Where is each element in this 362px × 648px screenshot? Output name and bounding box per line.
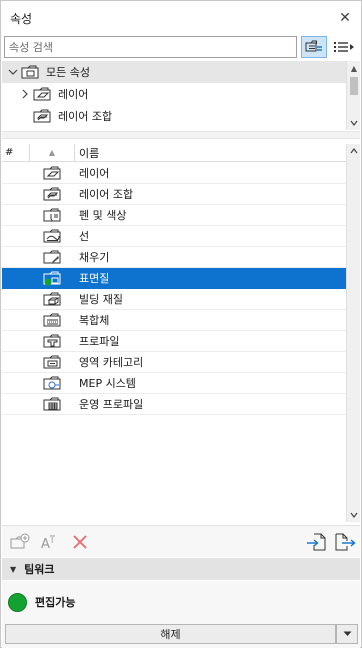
status-indicator-icon	[8, 592, 27, 612]
column-header-number[interactable]: #	[2, 143, 30, 162]
fill-folder-icon	[30, 247, 75, 268]
tree-item-label: 레이어 조합	[58, 110, 113, 123]
operation-profile-folder-icon	[30, 394, 75, 415]
close-icon[interactable]: ✕	[337, 11, 353, 25]
collapse-triangle-icon[interactable]: ▼	[10, 565, 16, 574]
attribute-table: # ▲ 이름 레이어 레이어 조합 펜 및 색상 선 채우기 표면질 빌딩 재질…	[2, 143, 360, 522]
profile-folder-icon	[30, 331, 75, 352]
row-name: 채우기	[79, 251, 110, 264]
tree-view-button[interactable]	[301, 36, 327, 58]
table-row[interactable]: 레이어 조합	[2, 184, 346, 205]
row-name: 운영 프로파일	[79, 398, 144, 411]
list-view-button[interactable]	[331, 36, 357, 58]
table-row[interactable]: 프로파일	[2, 331, 346, 352]
table-header: # ▲ 이름	[2, 143, 346, 162]
composite-folder-icon	[30, 310, 75, 331]
teamwork-button-row: 해제	[2, 623, 360, 648]
folder-layer-icon	[32, 85, 54, 103]
attribute-tree: 모든 속성 레이어 레이어 조합 ▲	[2, 61, 360, 130]
scroll-down-icon[interactable]	[347, 116, 361, 130]
table-row[interactable]: 복합체	[2, 310, 346, 331]
table-row[interactable]: MEP 시스템	[2, 373, 346, 394]
release-button[interactable]: 해제	[5, 624, 336, 644]
attribute-toolbar: A I	[2, 525, 360, 557]
row-name: 프로파일	[79, 335, 120, 348]
folder-all-icon	[20, 63, 42, 81]
rename-icon: A I	[41, 535, 55, 551]
chevron-down-icon[interactable]	[6, 65, 20, 79]
table-row[interactable]: 영역 카테고리	[2, 352, 346, 373]
svg-text:I: I	[51, 536, 53, 545]
import-button[interactable]	[304, 530, 328, 554]
folder-layer-combo-icon	[32, 107, 54, 125]
tree-item-layers[interactable]: 레이어	[2, 83, 346, 105]
table-row[interactable]: 빌딩 재질	[2, 289, 346, 310]
table-row[interactable]: 채우기	[2, 247, 346, 268]
list-view-icon	[334, 42, 354, 52]
teamwork-header[interactable]: ▼ 팀워크	[2, 558, 360, 580]
line-folder-icon	[30, 226, 75, 247]
teamwork-title: 팀워크	[24, 563, 55, 576]
scroll-up-icon[interactable]: ▲	[347, 61, 361, 75]
zone-category-folder-icon	[30, 352, 75, 373]
teamwork-status: 편집가능	[2, 581, 360, 623]
surface-folder-icon	[30, 268, 75, 289]
scroll-down-icon[interactable]	[347, 508, 361, 522]
table-scrollbar[interactable]	[346, 144, 360, 522]
title-bar: 속성 ✕	[1, 1, 361, 35]
scroll-thumb[interactable]	[350, 77, 358, 95]
row-name: 펜 및 색상	[79, 209, 127, 222]
status-label: 편집가능	[35, 596, 76, 609]
table-row[interactable]: 선	[2, 226, 346, 247]
tree-view-icon	[305, 40, 322, 52]
svg-text:A: A	[41, 537, 50, 551]
tree-item-all-attributes[interactable]: 모든 속성	[2, 61, 346, 83]
tree-item-layer-combinations[interactable]: 레이어 조합	[2, 105, 346, 127]
building-material-folder-icon	[30, 289, 75, 310]
sort-ascending-icon[interactable]: ▲	[30, 143, 75, 162]
column-header-name[interactable]: 이름	[75, 145, 99, 161]
export-button[interactable]	[333, 530, 357, 554]
row-name: 선	[79, 230, 90, 243]
row-name: 복합체	[79, 314, 110, 327]
pane-splitter[interactable]	[2, 131, 360, 139]
new-folder-button[interactable]	[8, 530, 32, 554]
scroll-up-icon[interactable]	[347, 144, 361, 158]
row-name: 표면질	[79, 272, 110, 285]
tree-scrollbar[interactable]: ▲	[346, 61, 360, 130]
pen-color-folder-icon	[30, 205, 75, 226]
mep-system-folder-icon	[30, 373, 75, 394]
table-row[interactable]: 레이어	[2, 163, 346, 184]
search-row	[4, 36, 360, 58]
table-row-selected[interactable]: 표면질	[2, 268, 346, 289]
row-name: 빌딩 재질	[79, 293, 123, 306]
tree-item-label: 모든 속성	[46, 66, 90, 79]
rename-button[interactable]: A I	[38, 530, 62, 554]
table-row[interactable]: 펜 및 색상	[2, 205, 346, 226]
delete-icon	[73, 535, 87, 549]
panel-title: 속성	[10, 11, 33, 26]
delete-button[interactable]	[68, 530, 92, 554]
attributes-panel: 속성 ✕ 속성 검색 모든 속성 레이어 레이어 조합 ▲ # ▲ 이름 레이어…	[0, 0, 362, 648]
row-name: 레이어 조합	[79, 188, 134, 201]
layer-combination-folder-icon	[30, 184, 75, 205]
table-row[interactable]: 운영 프로파일	[2, 394, 346, 415]
new-folder-icon	[10, 533, 30, 549]
row-name: 레이어	[79, 167, 110, 180]
tree-item-label: 레이어	[58, 88, 89, 101]
chevron-right-icon[interactable]	[18, 87, 32, 101]
import-icon	[307, 533, 326, 551]
row-name: 영역 카테고리	[79, 356, 144, 369]
chevron-down-icon	[343, 631, 351, 636]
layers-folder-icon	[30, 163, 75, 184]
release-options-dropdown[interactable]	[336, 624, 358, 644]
row-name: MEP 시스템	[79, 377, 136, 390]
export-icon	[335, 533, 356, 551]
search-input[interactable]	[4, 36, 297, 58]
